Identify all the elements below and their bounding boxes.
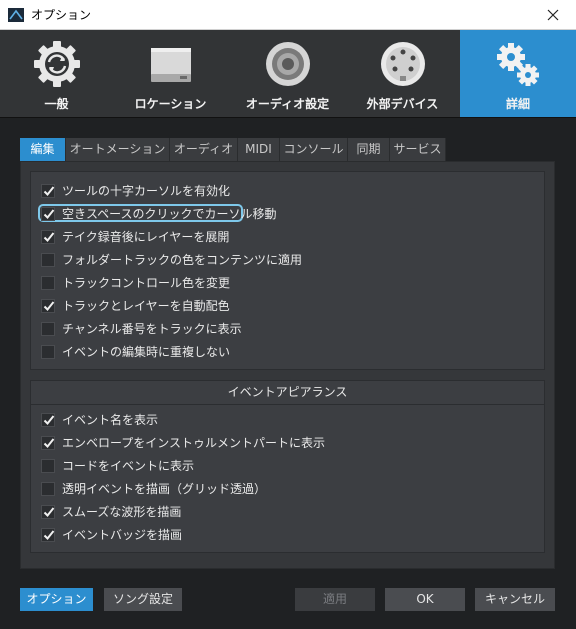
category-label: ロケーション: [134, 97, 207, 111]
close-button[interactable]: [530, 0, 576, 30]
checkmark-icon: [43, 232, 55, 242]
close-icon: [547, 9, 559, 21]
checkbox[interactable]: [41, 528, 55, 542]
category-external-devices[interactable]: 外部デバイス: [352, 30, 453, 117]
checkmark-icon: [43, 301, 55, 311]
options-button[interactable]: オプション: [20, 588, 93, 611]
title-bar: オプション: [0, 0, 576, 30]
category-general[interactable]: 一般: [6, 30, 107, 117]
option-label: 空きスペースのクリックでカーソル移動: [62, 207, 277, 221]
studio-one-icon: [8, 8, 24, 22]
option-label: ツールの十字カーソルを有効化: [62, 184, 231, 198]
option-label: コードをイベントに表示: [62, 459, 195, 473]
tab-midi[interactable]: MIDI: [238, 138, 280, 161]
checkbox[interactable]: [41, 230, 55, 244]
checkmark-icon: [43, 209, 55, 219]
edit-options-group: ツールの十字カーソルを有効化 空きスペースのクリックでカーソル移動 テイク録音後…: [30, 171, 545, 370]
option-label: チャンネル番号をトラックに表示: [62, 322, 242, 336]
tab-audio[interactable]: オーディオ: [170, 138, 238, 161]
checkbox[interactable]: [41, 505, 55, 519]
checkbox[interactable]: [41, 276, 55, 290]
checkbox[interactable]: [41, 436, 55, 450]
group-title: イベントアピアランス: [31, 381, 544, 405]
checkbox[interactable]: [41, 413, 55, 427]
tab-edit[interactable]: 編集: [20, 138, 66, 161]
option-label: トラックとレイヤーを自動配色: [62, 299, 230, 313]
tab-automation[interactable]: オートメーション: [66, 138, 170, 161]
category-label: 外部デバイス: [366, 97, 439, 111]
sync-gear-icon: [33, 41, 80, 87]
ok-button[interactable]: OK: [385, 588, 465, 611]
category-bar: 一般 ロケーション オーディオ設定 外部デバイス 詳細: [0, 30, 576, 118]
category-label: 一般: [44, 97, 69, 111]
checkmark-icon: [43, 530, 55, 540]
category-label: 詳細: [505, 97, 530, 111]
song-settings-button[interactable]: ソング設定: [104, 588, 182, 611]
checkmark-icon: [43, 438, 55, 448]
checkmark-icon: [43, 507, 55, 517]
checkbox[interactable]: [41, 299, 55, 313]
drive-icon: [150, 48, 191, 82]
option-label: スムーズな波形を描画: [62, 505, 182, 519]
window-title: オプション: [31, 8, 92, 22]
option-label: イベント名を表示: [62, 413, 159, 427]
option-label: フォルダートラックの色をコンテンツに適用: [62, 253, 303, 267]
speaker-icon: [265, 42, 310, 86]
checkbox[interactable]: [41, 322, 55, 336]
gears-icon: [497, 43, 539, 86]
checkmark-icon: [43, 415, 55, 425]
option-label: イベントバッジを描画: [62, 528, 183, 542]
category-label: オーディオ設定: [245, 97, 330, 111]
checkbox[interactable]: [41, 184, 55, 198]
tab-services[interactable]: サービス: [390, 138, 446, 161]
category-audio-setup[interactable]: オーディオ設定: [237, 30, 338, 117]
apply-button[interactable]: 適用: [295, 588, 375, 611]
option-label: エンベロープをインストゥルメントパートに表示: [62, 436, 326, 450]
option-label: 透明イベントを描画（グリッド透過）: [62, 482, 267, 496]
checkbox[interactable]: [41, 482, 55, 496]
tab-console[interactable]: コンソール: [280, 138, 348, 161]
event-appearance-group: イベントアピアランス イベント名を表示 エンベロープをインストゥルメントパートに…: [30, 380, 545, 553]
checkmark-icon: [43, 186, 55, 196]
option-label: トラックコントロール色を変更: [62, 276, 231, 290]
checkbox[interactable]: [41, 459, 55, 473]
category-locations[interactable]: ロケーション: [120, 30, 221, 117]
category-advanced[interactable]: 詳細: [460, 30, 576, 117]
tab-sync[interactable]: 同期: [348, 138, 390, 161]
checkbox[interactable]: [41, 207, 55, 221]
midi-plug-icon: [380, 42, 425, 86]
cancel-button[interactable]: キャンセル: [475, 588, 555, 611]
checkbox[interactable]: [41, 253, 55, 267]
checkbox[interactable]: [41, 345, 55, 359]
option-label: テイク録音後にレイヤーを展開: [62, 230, 230, 244]
option-label: イベントの編集時に重複しない: [62, 345, 231, 359]
